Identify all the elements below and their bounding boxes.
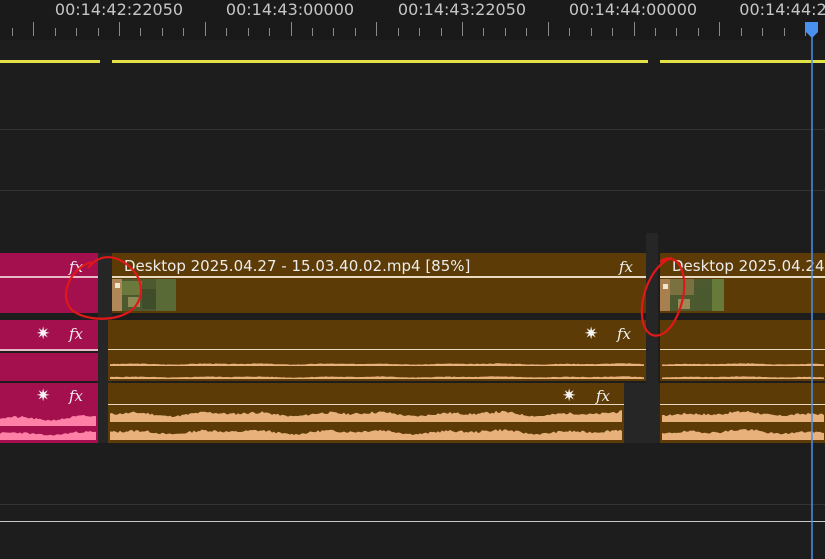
waveform bbox=[662, 363, 824, 366]
waveform bbox=[110, 376, 644, 379]
waveform bbox=[110, 410, 622, 422]
timeline-overlay bbox=[0, 22, 824, 559]
timeline-panel: 00:14:42:22050 00:14:43:00000 00:14:43:2… bbox=[0, 0, 825, 559]
playhead-marker-icon[interactable] bbox=[806, 22, 818, 38]
waveform bbox=[0, 430, 96, 440]
waveform bbox=[110, 428, 622, 440]
waveform bbox=[0, 415, 96, 426]
audio-waveforms bbox=[0, 363, 824, 440]
waveform bbox=[662, 376, 824, 379]
waveform bbox=[110, 363, 644, 366]
annotation-circle-left bbox=[64, 256, 143, 320]
waveform bbox=[662, 429, 824, 440]
annotation-circle-right bbox=[640, 256, 686, 337]
waveform bbox=[662, 410, 824, 422]
